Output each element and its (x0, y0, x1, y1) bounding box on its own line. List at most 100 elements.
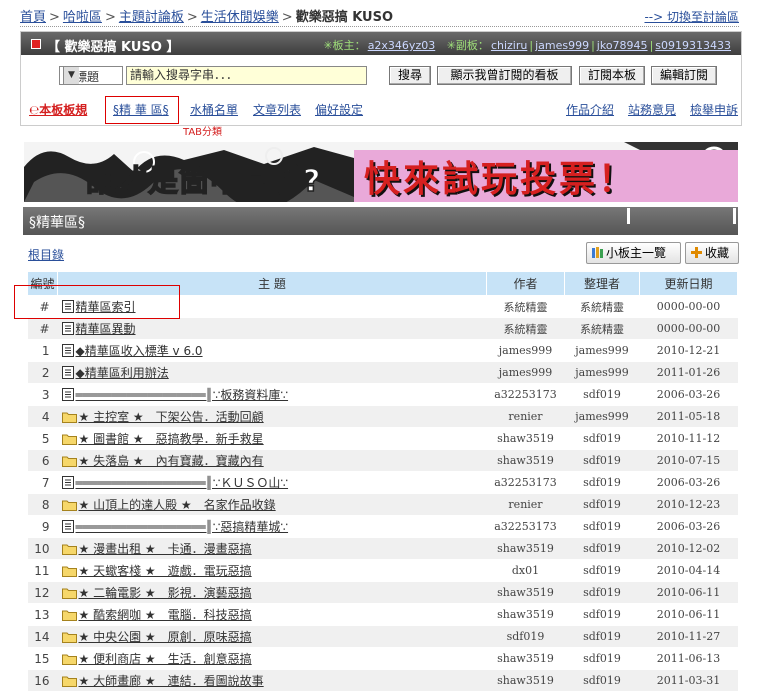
row-title-link[interactable]: ★ 酷索網咖 ★ 電腦．科技惡搞 (79, 608, 252, 622)
board-square-icon (31, 39, 41, 49)
row-number: 9 (27, 515, 58, 538)
document-icon[interactable] (61, 343, 74, 360)
document-icon[interactable] (61, 387, 74, 404)
row-title-link[interactable]: ★ 大師畫廊 ★ 連結．看圖說故事 (79, 674, 264, 688)
column-header-subject[interactable]: 主 題 (57, 271, 487, 296)
table-row: 16 ★ 大師畫廊 ★ 連結．看圖說故事 shaw3519 sdf019 2011-03… (27, 669, 738, 692)
folder-icon[interactable] (61, 499, 77, 514)
row-title-link[interactable]: ◆精華區利用辦法 (76, 366, 169, 380)
breadcrumb-separator: > (49, 10, 60, 25)
vice-moderator-link[interactable]: jko78945 (597, 39, 648, 52)
folder-icon[interactable] (61, 543, 77, 558)
vote-banner[interactable]: 誰才是箇中高手? 快來試玩投票！ (24, 142, 738, 202)
row-date: 2010-12-02 (639, 537, 738, 560)
switch-to-forum-link[interactable]: --> 切換至討論區 (644, 8, 739, 25)
row-date: 2011-03-31 (639, 669, 738, 692)
mini-moderator-button[interactable]: 小板主一覽 (586, 242, 681, 264)
folder-icon[interactable] (61, 587, 77, 602)
row-title-link[interactable]: ★ 主控室 ★ 下架公告．活動回顧 (79, 410, 264, 424)
document-icon[interactable] (61, 475, 74, 492)
row-title-link[interactable]: ══════════════════║∵ＫＵＳＯ山∵ (76, 476, 289, 490)
breadcrumb-separator: > (186, 10, 198, 25)
row-title-link[interactable]: ★ 失落島 ★ 內有寶藏．寶藏內有 (79, 454, 264, 468)
breadcrumb-topics[interactable]: 主題討論板 (119, 10, 184, 25)
banner-headline: 誰才是箇中高手? (85, 163, 322, 200)
table-row: 14 ★ 中央公園 ★ 原創．原味惡搞 sdf019 sdf019 2010-11-27 (27, 625, 738, 648)
row-date: 2010-04-14 (639, 559, 738, 582)
moderator-link[interactable]: a2x346yz03 (368, 39, 436, 52)
row-editor: sdf019 (564, 383, 640, 406)
row-editor: sdf019 (564, 625, 640, 648)
document-icon[interactable] (61, 299, 74, 316)
section-marker (627, 208, 630, 224)
document-icon[interactable] (61, 365, 74, 382)
row-title-link[interactable]: 精華區索引 (76, 300, 136, 314)
row-title-link[interactable]: ★ 二輪電影 ★ 影視．演藝惡搞 (79, 586, 252, 600)
breadcrumb-separator: > (104, 10, 116, 25)
divider (20, 26, 739, 27)
search-input[interactable]: 請輸入搜尋字串．．． (126, 66, 367, 85)
show-subscribed-button[interactable]: 顯示我曾訂閱的看板 (437, 66, 572, 85)
breadcrumb-hala[interactable]: 哈啦區 (63, 10, 102, 25)
vice-moderator-link[interactable]: chiziru (491, 39, 527, 52)
row-title-link[interactable]: ★ 天蠍客棧 ★ 遊戲．電玩惡搞 (79, 564, 252, 578)
row-subject: ◆精華區收入標準 v 6.0 (57, 339, 487, 362)
row-editor: james999 (564, 361, 640, 384)
row-number: 6 (27, 449, 58, 472)
subscribe-button[interactable]: 訂閱本板 (579, 66, 645, 85)
table-row: # 精華區異動 系統精靈 系統精靈 0000-00-00 (27, 317, 738, 340)
plus-icon (691, 247, 702, 258)
column-header-editor[interactable]: 整理者 (564, 271, 640, 296)
tab-report[interactable]: 檢舉申訴 (690, 101, 738, 118)
moderator-label: ✳板主： (323, 39, 366, 52)
folder-icon[interactable] (61, 675, 77, 690)
favorite-button[interactable]: 收藏 (685, 242, 739, 264)
row-subject: ══════════════════║∵惡搞精華城∵ (57, 515, 487, 538)
row-title-link[interactable]: ★ 漫畫出租 ★ 卡通．漫畫惡搞 (79, 542, 252, 556)
row-title-link[interactable]: ◆精華區收入標準 v 6.0 (76, 344, 203, 358)
edit-subscribe-button[interactable]: 編輯訂閱 (651, 66, 717, 85)
breadcrumb-home[interactable]: 首頁 (20, 10, 46, 25)
breadcrumb-leisure[interactable]: 生活休閒娛樂 (201, 10, 279, 25)
chevron-down-icon[interactable]: ▼ (63, 67, 79, 84)
vice-moderator-link[interactable]: s0919313433 (655, 39, 731, 52)
folder-icon[interactable] (61, 411, 77, 426)
folder-icon[interactable] (61, 455, 77, 470)
tab-feedback[interactable]: 站務意見 (628, 101, 676, 118)
tab-preferences[interactable]: 偏好設定 (315, 101, 363, 118)
row-title-link[interactable]: ★ 便利商店 ★ 生活．創意惡搞 (79, 652, 252, 666)
folder-icon[interactable] (61, 653, 77, 668)
tab-works[interactable]: 作品介紹 (566, 101, 614, 118)
row-title-link[interactable]: ★ 圖書館 ★ 惡搞教學．新手救星 (79, 432, 264, 446)
table-body: # 精華區索引 系統精靈 系統精靈 0000-00-00 # 精華區異動 系統精靈 系統精靈 00… (27, 295, 738, 692)
tab-bucket-list[interactable]: 水桶名單 (190, 101, 238, 118)
vice-moderator-label: ✳副板： (446, 39, 489, 52)
root-directory-link[interactable]: 根目錄 (28, 246, 64, 263)
folder-icon[interactable] (61, 565, 77, 580)
search-type-select[interactable]: 找標題 ▼ (59, 66, 123, 85)
table-row: 11 ★ 天蠍客棧 ★ 遊戲．電玩惡搞 dx01 sdf019 2010-04-14 (27, 559, 738, 582)
column-header-date[interactable]: 更新日期 (639, 271, 738, 296)
row-title-link[interactable]: ══════════════════║∵板務資料庫∵ (76, 388, 289, 402)
folder-icon[interactable] (61, 631, 77, 646)
document-icon[interactable] (61, 519, 74, 536)
tab-article-list[interactable]: 文章列表 (253, 101, 301, 118)
row-author: shaw3519 (486, 581, 565, 604)
row-date: 2010-07-15 (639, 449, 738, 472)
row-subject: ★ 二輪電影 ★ 影視．演藝惡搞 (57, 581, 487, 604)
folder-icon[interactable] (61, 609, 77, 624)
row-title-link[interactable]: ══════════════════║∵惡搞精華城∵ (76, 520, 289, 534)
column-header-author[interactable]: 作者 (486, 271, 565, 296)
vice-moderator-link[interactable]: james999 (535, 39, 589, 52)
row-title-link[interactable]: ★ 山頂上的達人殿 ★ 名家作品收錄 (79, 498, 276, 512)
search-button[interactable]: 搜尋 (389, 66, 431, 85)
row-date: 2010-06-11 (639, 603, 738, 626)
tab-board-rules[interactable]: ℮本板板規 (29, 101, 87, 118)
document-icon[interactable] (61, 321, 74, 338)
books-icon (592, 247, 603, 258)
favorite-label: 收藏 (705, 246, 730, 260)
row-title-link[interactable]: 精華區異動 (76, 322, 136, 336)
folder-icon[interactable] (61, 433, 77, 448)
row-editor: james999 (564, 339, 640, 362)
row-title-link[interactable]: ★ 中央公園 ★ 原創．原味惡搞 (79, 630, 252, 644)
